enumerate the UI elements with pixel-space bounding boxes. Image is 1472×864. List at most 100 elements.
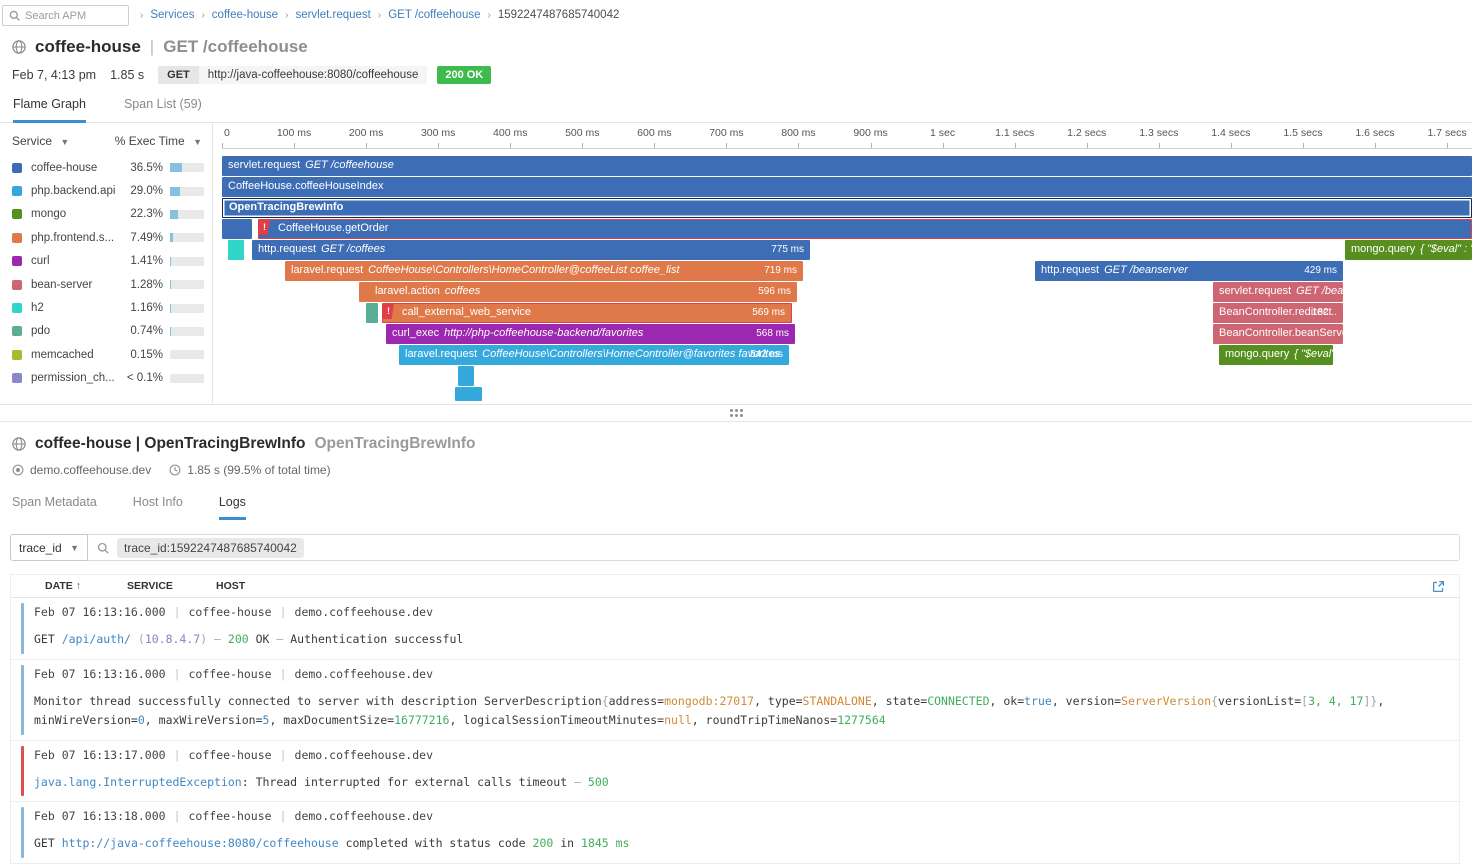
flame-span[interactable]: laravel.actioncoffees596 ms	[369, 282, 797, 302]
tab-host-info[interactable]: Host Info	[133, 495, 183, 520]
breadcrumb-item[interactable]: coffee-house	[212, 9, 278, 21]
flame-span[interactable]: mongo.query{ "$eval" : ...	[1219, 345, 1333, 365]
breadcrumb-separator: ›	[285, 10, 288, 21]
open-in-new-icon[interactable]	[1432, 580, 1445, 593]
logs-table-header: DATE ↑ SERVICE HOST	[11, 575, 1459, 598]
axis-tick-label: 700 ms	[709, 127, 743, 139]
service-legend-row[interactable]: mongo22.3%	[0, 203, 212, 226]
flame-span[interactable]: OpenTracingBrewInfo	[222, 198, 1472, 218]
column-header-service[interactable]: SERVICE	[127, 580, 216, 592]
span-resource: { "$eval" : "?", "	[1420, 243, 1472, 255]
span-duration: 429 ms	[1304, 261, 1337, 280]
flame-span[interactable]: servlet.requestGET /beanse...	[1213, 282, 1343, 302]
flame-span[interactable]: laravel.requestCoffeeHouse\Controllers\H…	[399, 345, 789, 365]
clock-icon	[169, 464, 181, 476]
flame-span[interactable]: !call_external_web_service569 ms	[382, 303, 792, 323]
span-name: http.request	[1041, 264, 1099, 276]
trace-tabs: Flame Graph Span List (59)	[0, 97, 1472, 123]
axis-tick-label: 800 ms	[781, 127, 815, 139]
service-label: pdo	[31, 325, 123, 337]
log-severity-bar	[21, 603, 24, 654]
breadcrumb-item: 1592247487685740042	[498, 9, 620, 21]
flame-span-block[interactable]	[458, 366, 474, 386]
service-name: coffee-house	[35, 37, 141, 57]
log-row[interactable]: Feb 07 16:13:18.000|coffee-house|demo.co…	[11, 802, 1459, 864]
host-meta: demo.coffeehouse.dev	[12, 463, 151, 477]
flame-span[interactable]: servlet.requestGET /coffeehouse	[222, 156, 1472, 176]
exec-time-column-header[interactable]: % Exec Time ▼	[115, 134, 202, 148]
service-legend-row[interactable]: h21.16%	[0, 296, 212, 319]
log-meta: Feb 07 16:13:16.000|coffee-house|demo.co…	[34, 667, 1449, 681]
request-pill: GET http://java-coffeehouse:8080/coffeeh…	[158, 66, 427, 84]
chevron-down-icon: ▼	[70, 543, 79, 553]
globe-icon	[12, 40, 26, 54]
flame-graph-section: Service ▼ % Exec Time ▼ coffee-house36.5…	[0, 123, 1472, 404]
service-legend-row[interactable]: memcached0.15%	[0, 343, 212, 366]
exec-time-bar	[170, 163, 204, 172]
trace-duration: 1.85 s	[110, 68, 144, 82]
service-legend-row[interactable]: coffee-house36.5%	[0, 156, 212, 179]
service-legend-header: Service ▼ % Exec Time ▼	[0, 123, 212, 156]
column-header-date[interactable]: DATE ↑	[11, 580, 127, 592]
apm-search-box[interactable]: Search APM	[2, 5, 129, 26]
span-resource: { "$eval" : ...	[1294, 348, 1333, 360]
tab-logs[interactable]: Logs	[219, 495, 246, 520]
log-severity-bar	[21, 807, 24, 858]
tab-flame-graph[interactable]: Flame Graph	[13, 97, 86, 123]
flame-span[interactable]: http.requestGET /beanserver429 ms	[1035, 261, 1343, 281]
flame-span[interactable]: http.requestGET /coffees775 ms	[252, 240, 810, 260]
log-row[interactable]: Feb 07 16:13:16.000|coffee-house|demo.co…	[11, 598, 1459, 660]
trace-meta: Feb 7, 4:13 pm 1.85 s GET http://java-co…	[12, 66, 1472, 84]
service-legend-row[interactable]: permission_ch...< 0.1%	[0, 367, 212, 390]
log-host: demo.coffeehouse.dev	[295, 809, 433, 823]
flame-span-block[interactable]	[366, 303, 378, 323]
service-column-header[interactable]: Service ▼	[12, 134, 69, 148]
breadcrumb-item[interactable]: Services	[150, 9, 194, 21]
flame-span[interactable]: BeanController.redirect182...	[1213, 303, 1343, 323]
search-icon	[9, 10, 20, 21]
service-legend-row[interactable]: php.backend.api29.0%	[0, 179, 212, 202]
breadcrumb-item[interactable]: servlet.request	[295, 9, 370, 21]
flame-span[interactable]: laravel.requestCoffeeHouse\Controllers\H…	[285, 261, 803, 281]
span-name: servlet.request	[228, 159, 300, 171]
apm-search-placeholder: Search APM	[25, 10, 86, 22]
span-detail-section: coffee-house | OpenTracingBrewInfo OpenT…	[0, 422, 1472, 520]
flame-span[interactable]: curl_exechttp://php-coffeehouse-backend/…	[386, 324, 795, 344]
log-row[interactable]: Feb 07 16:13:16.000|coffee-house|demo.co…	[11, 660, 1459, 741]
service-color-swatch	[12, 326, 22, 336]
axis-tick-label: 0	[224, 127, 230, 139]
service-legend-row[interactable]: curl1.41%	[0, 250, 212, 273]
flame-span-block[interactable]	[228, 240, 244, 260]
exec-time-percent: 1.41%	[123, 255, 163, 267]
service-legend-row[interactable]: php.frontend.s...7.49%	[0, 226, 212, 249]
service-legend-row[interactable]: pdo0.74%	[0, 320, 212, 343]
host-name[interactable]: demo.coffeehouse.dev	[30, 463, 151, 477]
pane-splitter[interactable]	[0, 404, 1472, 422]
log-row[interactable]: Feb 07 16:13:17.000|coffee-house|demo.co…	[11, 741, 1459, 803]
flame-graph: 0100 ms200 ms300 ms400 ms500 ms600 ms700…	[222, 123, 1472, 404]
log-search-input[interactable]: trace_id:1592247487685740042	[88, 534, 1460, 561]
tab-span-metadata[interactable]: Span Metadata	[12, 495, 97, 520]
exec-time-percent: 0.74%	[123, 325, 163, 337]
trace-id-filter-chip[interactable]: trace_id:1592247487685740042	[117, 538, 304, 558]
span-duration: 596 ms	[758, 282, 791, 301]
breadcrumb-separator: ›	[488, 10, 491, 21]
span-resource: GET /coffees	[321, 243, 385, 255]
flame-span[interactable]: !CoffeeHouse.getOrder	[258, 219, 1472, 239]
log-message: GET http://java-coffeehouse:8080/coffeeh…	[34, 834, 1449, 854]
flame-span-block[interactable]	[470, 387, 482, 401]
flame-span-block[interactable]	[222, 219, 252, 239]
log-severity-bar	[21, 665, 24, 735]
trace-date: Feb 7, 4:13 pm	[12, 68, 96, 82]
breadcrumb-item[interactable]: GET /coffeehouse	[388, 9, 480, 21]
flame-span[interactable]: BeanController.beanServe...	[1213, 324, 1343, 344]
tab-span-list[interactable]: Span List (59)	[124, 97, 202, 122]
breadcrumb-separator: ›	[140, 10, 143, 21]
column-header-host[interactable]: HOST	[216, 580, 245, 592]
flame-span[interactable]: mongo.query{ "$eval" : "?", "	[1345, 240, 1472, 260]
service-label: php.backend.api	[31, 185, 123, 197]
service-legend-row[interactable]: bean-server1.28%	[0, 273, 212, 296]
filter-field-select[interactable]: trace_id ▼	[10, 534, 88, 561]
flame-span[interactable]: CoffeeHouse.coffeeHouseIndex	[222, 177, 1472, 197]
title-separator: |	[150, 37, 154, 57]
